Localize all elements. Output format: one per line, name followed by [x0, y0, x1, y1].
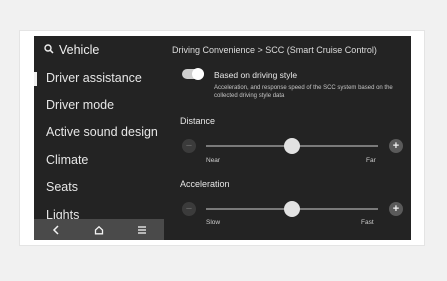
search-icon	[44, 43, 59, 57]
plus-icon: +	[392, 202, 400, 215]
acceleration-decrease-button[interactable]: −	[182, 202, 196, 216]
sidebar-item-label: Seats	[46, 180, 78, 194]
infotainment-screen: Vehicle Driver assistance Driver mode Ac…	[34, 36, 411, 240]
search-button[interactable]: Vehicle	[44, 43, 99, 57]
sidebar-item-driver-mode[interactable]: Driver mode	[46, 98, 114, 112]
sidebar-item-seats[interactable]: Seats	[46, 180, 78, 194]
sidebar-item-label: Active sound design	[46, 125, 158, 139]
distance-title: Distance	[180, 116, 216, 126]
home-icon[interactable]	[84, 219, 114, 240]
distance-slider-thumb[interactable]	[284, 138, 300, 154]
sidebar-item-label: Driver mode	[46, 98, 115, 112]
acceleration-title: Acceleration	[180, 179, 230, 189]
acceleration-min-label: Slow	[206, 219, 221, 226]
back-icon[interactable]	[41, 219, 71, 240]
plus-icon: +	[392, 139, 400, 152]
sidebar-item-label: Driver assistance	[46, 71, 142, 85]
search-label: Vehicle	[59, 43, 100, 57]
sidebar-item-climate[interactable]: Climate	[46, 153, 88, 167]
acceleration-max-label: Fast	[361, 219, 374, 226]
sidebar: Vehicle Driver assistance Driver mode Ac…	[34, 36, 164, 240]
sidebar-item-label: Climate	[46, 153, 89, 167]
minus-icon: −	[185, 139, 193, 152]
sidebar-item-active-sound-design[interactable]: Active sound design	[46, 125, 158, 139]
toggle-description: Acceleration, and response speed of the …	[214, 85, 393, 99]
sidebar-item-driver-assistance[interactable]: Driver assistance	[34, 71, 142, 86]
driving-style-toggle[interactable]	[182, 68, 204, 80]
bottom-navigation-bar	[34, 219, 164, 240]
distance-max-label: Far	[366, 157, 376, 164]
distance-decrease-button[interactable]: −	[182, 139, 196, 153]
menu-icon[interactable]	[127, 219, 157, 240]
toggle-label: Based on driving style	[214, 70, 298, 80]
breadcrumb: Driving Convenience > SCC (Smart Cruise …	[172, 45, 377, 55]
distance-increase-button[interactable]: +	[389, 139, 403, 153]
minus-icon: −	[185, 202, 193, 215]
acceleration-increase-button[interactable]: +	[389, 202, 403, 216]
acceleration-slider-thumb[interactable]	[284, 201, 300, 217]
settings-panel: Driving Convenience > SCC (Smart Cruise …	[164, 36, 411, 240]
distance-min-label: Near	[206, 157, 221, 164]
